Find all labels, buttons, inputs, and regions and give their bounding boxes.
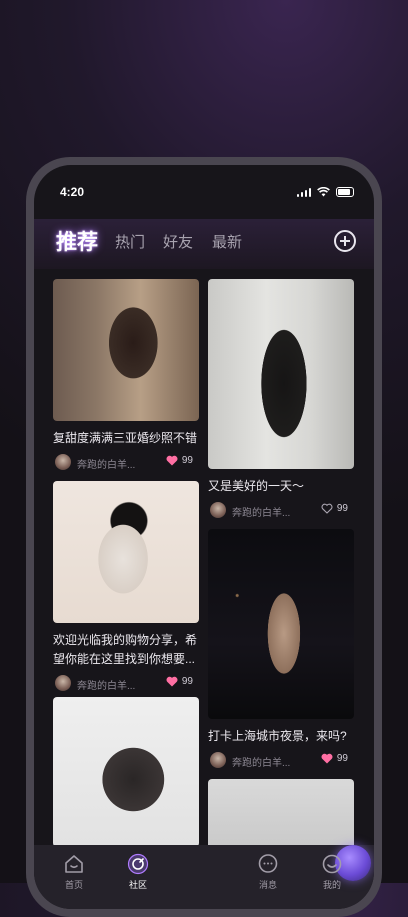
post-image[interactable] (53, 697, 199, 847)
tab-friends[interactable]: 好友 (163, 231, 193, 252)
post-author[interactable]: 奔跑的白羊... (232, 504, 290, 519)
status-icons (296, 187, 354, 197)
app-screen: 4:20 推荐 热门 好友 最新 复甜度满满三亚婚纱照不错 奔跑的白羊... 9… (34, 165, 374, 909)
like-button[interactable]: 99 (321, 503, 348, 514)
post-caption: 复甜度满满三亚婚纱照不错 (53, 431, 198, 445)
top-tab-bar: 推荐 热门 好友 最新 (34, 219, 374, 269)
post-meta: 奔跑的白羊... 99 (208, 752, 354, 770)
like-button[interactable]: 99 (166, 676, 193, 687)
home-icon (65, 855, 83, 873)
post-caption: 欢迎光临我的购物分享，希望你能在这里找到你想要... (53, 633, 198, 666)
post-image[interactable] (53, 279, 199, 421)
tab-hot[interactable]: 热门 (115, 231, 145, 252)
like-button[interactable]: 99 (321, 753, 348, 764)
bottom-nav: 首页 社区 消息 我的 (34, 845, 374, 909)
post-author[interactable]: 奔跑的白羊... (232, 754, 290, 769)
avatar[interactable] (55, 454, 71, 470)
post-image[interactable] (208, 529, 354, 719)
nav-profile[interactable]: 我的 (310, 853, 354, 891)
wifi-icon (317, 187, 330, 197)
nav-label: 社区 (128, 880, 147, 890)
nav-label: 消息 (258, 880, 277, 890)
post-meta: 奔跑的白羊... 99 (53, 675, 199, 693)
like-count: 99 (336, 503, 348, 514)
post-caption: 又是美好的一天～ (208, 479, 305, 493)
post-image[interactable] (208, 279, 354, 469)
feed-card[interactable] (53, 697, 199, 847)
message-icon (258, 854, 278, 873)
status-time: 4:20 (60, 185, 85, 199)
heart-outline-icon (321, 503, 333, 514)
tab-latest[interactable]: 最新 (212, 231, 242, 252)
compass-icon (127, 853, 149, 875)
post-author[interactable]: 奔跑的白羊... (77, 677, 135, 692)
phone-frame: 4:20 推荐 热门 好友 最新 复甜度满满三亚婚纱照不错 奔跑的白羊... 9… (26, 157, 382, 917)
post-meta: 奔跑的白羊... 99 (208, 502, 354, 520)
nav-label: 我的 (322, 880, 341, 890)
post-author[interactable]: 奔跑的白羊... (77, 456, 135, 471)
heart-filled-icon (166, 676, 178, 687)
nav-home[interactable]: 首页 (52, 853, 96, 891)
nav-community[interactable]: 社区 (116, 853, 160, 891)
status-bar: 4:20 (60, 185, 354, 201)
post-caption: 打卡上海城市夜景，来吗? (208, 729, 347, 743)
add-post-button[interactable] (334, 230, 356, 252)
nav-messages[interactable]: 消息 (246, 853, 290, 891)
profile-icon (322, 854, 342, 874)
feed-card[interactable]: 打卡上海城市夜景，来吗? 奔跑的白羊... 99 (208, 529, 354, 770)
feed-card[interactable]: 又是美好的一天～ 奔跑的白羊... 99 (208, 279, 354, 520)
signal-icon (296, 187, 311, 197)
nav-label: 首页 (64, 880, 83, 890)
heart-filled-icon (321, 753, 333, 764)
like-button[interactable]: 99 (166, 455, 193, 466)
avatar[interactable] (55, 675, 71, 691)
battery-icon (336, 187, 354, 197)
post-image[interactable] (53, 481, 199, 623)
post-meta: 奔跑的白羊... 99 (53, 454, 199, 472)
like-count: 99 (336, 753, 348, 764)
feed-card[interactable]: 欢迎光临我的购物分享，希望你能在这里找到你想要... 奔跑的白羊... 99 (53, 481, 199, 693)
like-count: 99 (181, 455, 193, 466)
like-count: 99 (181, 676, 193, 687)
avatar[interactable] (210, 752, 226, 768)
heart-filled-icon (166, 455, 178, 466)
feed-card[interactable]: 复甜度满满三亚婚纱照不错 奔跑的白羊... 99 (53, 279, 199, 472)
tab-recommend[interactable]: 推荐 (56, 226, 98, 256)
avatar[interactable] (210, 502, 226, 518)
